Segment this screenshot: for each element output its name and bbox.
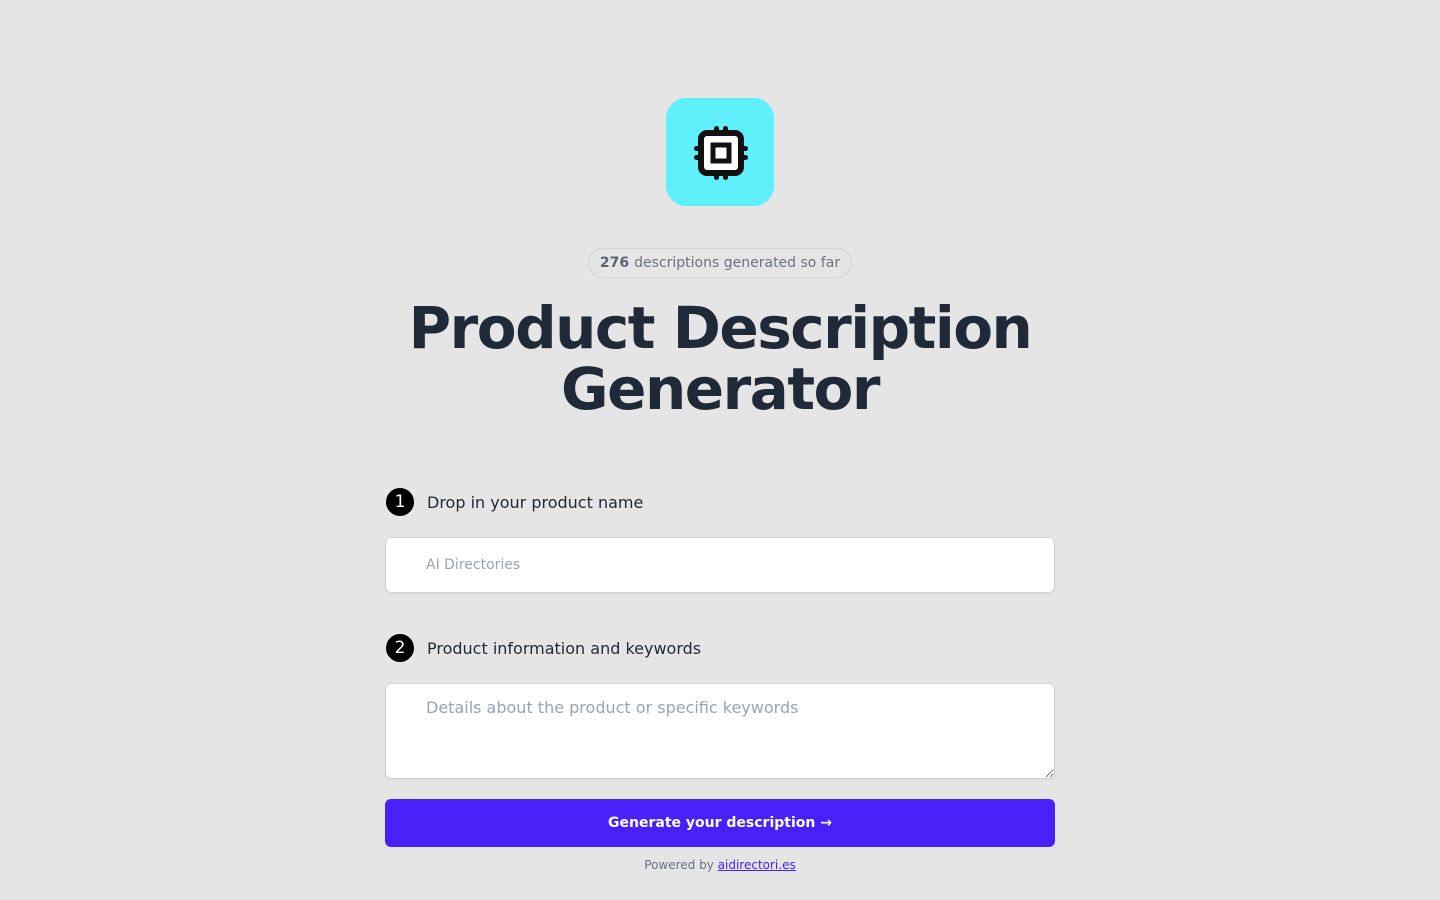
generate-description-button[interactable]: Generate your description → [385,799,1055,847]
cpu-chip-icon [666,98,774,206]
page-title-line-2: Generator [561,355,881,423]
step-1: 1 Drop in your product name [386,488,643,516]
page: 276 descriptions generated so far Produc… [0,0,1440,900]
product-name-input[interactable] [385,537,1055,593]
step-2-label: Product information and keywords [427,638,702,658]
product-details-textarea[interactable] [385,683,1055,779]
powered-by-footer: Powered by aidirectori.es [0,858,1440,872]
page-title: Product Description Generator [320,298,1120,420]
generated-count-badge: 276 descriptions generated so far [588,248,852,278]
page-title-line-1: Product Description [408,294,1033,362]
generated-count-label: descriptions generated so far [634,255,841,271]
powered-by-label: Powered by [644,858,714,872]
step-2: 2 Product information and keywords [386,634,701,662]
step-1-number: 1 [386,488,414,516]
powered-by-link[interactable]: aidirectori.es [718,858,796,872]
step-1-label: Drop in your product name [427,492,644,512]
generated-count: 276 [599,255,630,271]
step-2-number: 2 [386,634,414,662]
